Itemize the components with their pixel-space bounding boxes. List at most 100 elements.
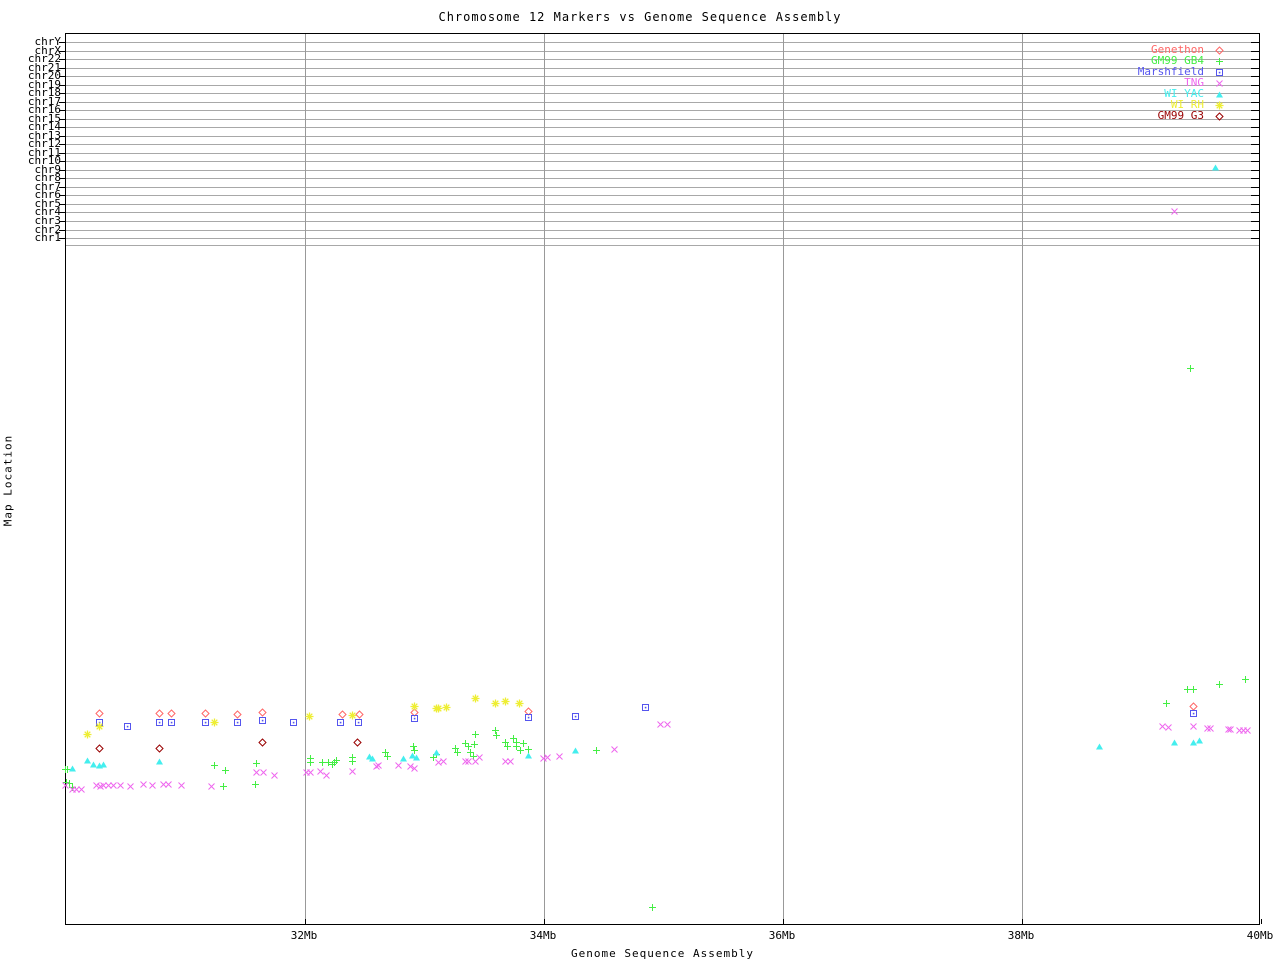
y-axis-tick [1251, 161, 1259, 163]
gridline [305, 34, 306, 924]
y-axis-tick [1251, 178, 1259, 180]
chromosome-row-line [66, 101, 1259, 103]
chromosome-row-line [66, 178, 1259, 180]
legend-item: GM99 G3 [1158, 105, 1234, 121]
data-point [1206, 724, 1215, 733]
y-axis-tick [1251, 221, 1259, 222]
legend-item: Marshfield [1138, 61, 1234, 77]
chromosome-row-label: chr1 [34, 231, 62, 244]
data-point [1189, 709, 1198, 718]
data-point [258, 716, 267, 725]
y-axis-tick [1251, 144, 1259, 146]
data-point [207, 782, 216, 791]
data-point [410, 702, 419, 711]
data-point [506, 757, 515, 766]
chromosome-row-line [66, 161, 1259, 163]
data-point [610, 745, 619, 754]
x-axis-tick [1022, 919, 1023, 924]
x-axis-tick-label: 36Mb [768, 929, 796, 942]
data-point [99, 760, 108, 769]
data-point [258, 738, 267, 747]
chromosome-row-line [66, 195, 1259, 197]
y-axis-tick [1251, 50, 1259, 52]
x-axis-tick [783, 919, 784, 924]
data-point [348, 711, 357, 720]
y-axis-tick [1251, 238, 1259, 239]
data-point [1095, 742, 1104, 751]
data-point [332, 756, 341, 765]
data-point [501, 697, 510, 706]
chromosome-row-line [66, 118, 1259, 120]
data-point [289, 718, 298, 727]
y-axis-tick [1251, 229, 1259, 231]
data-point [663, 720, 672, 729]
chromosome-row-line [66, 186, 1259, 188]
data-point [305, 712, 314, 721]
x-axis-tick-label: 40Mb [1246, 929, 1274, 942]
data-point [442, 703, 451, 712]
legend-label: GM99 G3 [1157, 109, 1204, 122]
data-point [270, 771, 279, 780]
chromosome-row-line [66, 144, 1259, 146]
data-point [383, 752, 392, 761]
data-point [322, 771, 331, 780]
data-point [126, 782, 135, 791]
data-point [68, 764, 77, 773]
data-point [368, 754, 377, 763]
data-point [641, 703, 650, 712]
chromosome-row-line [66, 42, 1259, 43]
y-axis-tick [1251, 195, 1259, 197]
x-axis-title: Genome Sequence Assembly [571, 947, 754, 960]
data-point [336, 718, 345, 727]
legend-item: WI RH [1171, 94, 1234, 110]
data-point [471, 694, 480, 703]
data-point [77, 785, 86, 794]
data-point [410, 714, 419, 723]
data-point [123, 722, 132, 731]
data-point [348, 757, 357, 766]
data-point [306, 768, 315, 777]
y-axis-tick [1251, 59, 1259, 60]
data-point [167, 718, 176, 727]
y-axis-tick [1251, 101, 1259, 103]
chromosome-row-line [66, 238, 1259, 239]
data-point [1164, 723, 1173, 732]
data-point [148, 781, 157, 790]
data-point [221, 766, 230, 775]
y-axis-title: Map Location [1, 434, 15, 527]
data-point [348, 767, 357, 776]
data-point [571, 712, 580, 721]
data-point [201, 718, 210, 727]
chromosome-row-line [66, 67, 1259, 69]
data-point [219, 782, 228, 791]
data-point [83, 730, 92, 739]
data-point [1170, 207, 1179, 216]
data-point [155, 718, 164, 727]
gridline [1022, 34, 1023, 924]
y-axis-tick [1251, 135, 1259, 137]
legend-item: Genethon [1151, 39, 1234, 55]
y-axis-tick [1251, 186, 1259, 188]
chromosome-row-line [66, 169, 1259, 171]
data-point [491, 699, 500, 708]
data-point [1162, 699, 1171, 708]
data-point [412, 753, 421, 762]
chromosome-row-line [66, 93, 1259, 95]
data-point [164, 780, 173, 789]
data-point [1215, 680, 1224, 689]
legend-item: TNG [1184, 72, 1234, 88]
data-point [524, 713, 533, 722]
legend-item: GM99 GB4 [1151, 50, 1234, 66]
data-point [453, 748, 462, 757]
chromosome-row-line [66, 59, 1259, 60]
data-point [432, 748, 441, 757]
data-point [252, 759, 261, 768]
chromosome-row-line [66, 76, 1259, 78]
chromosome-row-line [66, 229, 1259, 231]
data-point [1211, 163, 1220, 172]
chromosome-row-line [66, 221, 1259, 222]
chart-canvas: Chromosome 12 Markers vs Genome Sequence… [0, 0, 1280, 960]
chromosome-row-line [66, 203, 1259, 205]
y-axis-tick [1251, 76, 1259, 78]
data-point [1243, 726, 1252, 735]
